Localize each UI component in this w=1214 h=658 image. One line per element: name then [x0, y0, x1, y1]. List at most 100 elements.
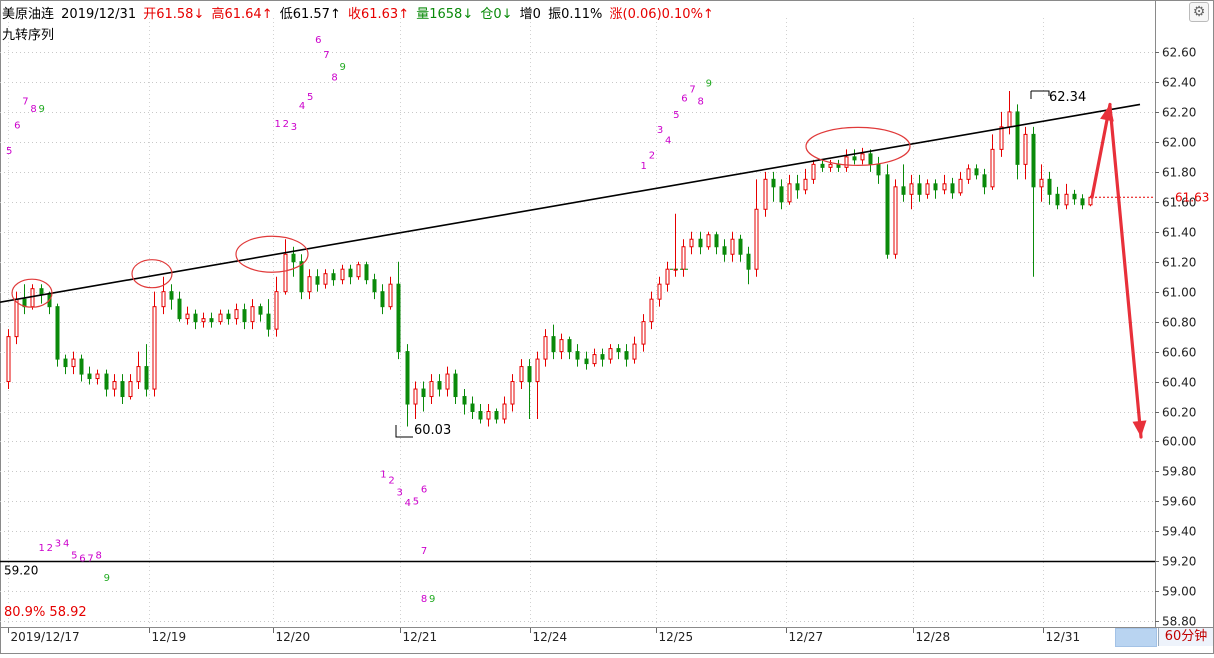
candle-up[interactable]: [152, 306, 157, 390]
candle-up[interactable]: [185, 313, 190, 320]
candle-down[interactable]: [820, 163, 825, 168]
candle-down[interactable]: [852, 156, 857, 161]
candle-up[interactable]: [1039, 178, 1044, 188]
candle-down[interactable]: [209, 318, 214, 323]
candle-down[interactable]: [982, 174, 987, 188]
candle-down[interactable]: [226, 313, 231, 320]
candle-up[interactable]: [218, 313, 223, 323]
candlestick-chart[interactable]: 62.6062.4062.2062.0061.8061.6061.4061.20…: [0, 0, 1214, 654]
candle-down[interactable]: [746, 253, 751, 270]
candle-up[interactable]: [201, 318, 206, 323]
candle-down[interactable]: [795, 183, 800, 191]
candle-up[interactable]: [681, 246, 686, 270]
candle-up[interactable]: [274, 291, 279, 330]
candle-up[interactable]: [445, 373, 450, 390]
candle-up[interactable]: [95, 373, 100, 380]
candle-down[interactable]: [974, 168, 979, 176]
candle-down[interactable]: [567, 339, 572, 353]
candle-down[interactable]: [616, 348, 621, 353]
period-selector[interactable]: 60分钟: [1158, 628, 1213, 646]
candle-up[interactable]: [844, 156, 849, 168]
candle-down[interactable]: [771, 178, 776, 188]
candle-up[interactable]: [71, 358, 76, 368]
candle-up[interactable]: [559, 339, 564, 353]
candle-down[interactable]: [104, 373, 109, 390]
candle-up[interactable]: [136, 366, 141, 383]
candle-up[interactable]: [592, 354, 597, 365]
candle-up[interactable]: [112, 381, 117, 390]
candle-down[interactable]: [876, 163, 881, 176]
candle-up[interactable]: [307, 276, 312, 293]
candle-down[interactable]: [624, 351, 629, 360]
candle-up[interactable]: [388, 283, 393, 308]
candle-down[interactable]: [722, 246, 727, 255]
scrollbar-thumb[interactable]: [1115, 628, 1157, 647]
candle-down[interactable]: [331, 273, 336, 281]
candle-up[interactable]: [990, 148, 995, 188]
candle-down[interactable]: [453, 373, 458, 398]
candle-up[interactable]: [14, 298, 19, 338]
candle-up[interactable]: [942, 183, 947, 191]
candle-up[interactable]: [641, 321, 646, 345]
candle-up[interactable]: [860, 153, 865, 161]
candle-down[interactable]: [1047, 178, 1052, 195]
candle-down[interactable]: [79, 358, 84, 375]
candle-down[interactable]: [1055, 193, 1060, 206]
candle-down[interactable]: [1015, 111, 1020, 165]
candle-up[interactable]: [787, 183, 792, 203]
candle-down[interactable]: [258, 306, 263, 315]
candle-down[interactable]: [698, 238, 703, 248]
candle-down[interactable]: [1072, 193, 1077, 200]
candle-down[interactable]: [575, 351, 580, 360]
candle-down[interactable]: [177, 298, 182, 320]
candle-up[interactable]: [893, 186, 898, 255]
candle-up[interactable]: [925, 183, 930, 195]
candle-up[interactable]: [519, 366, 524, 383]
candle-down[interactable]: [584, 358, 589, 365]
candle-down[interactable]: [478, 411, 483, 420]
candle-down[interactable]: [299, 261, 304, 293]
candle-up[interactable]: [689, 238, 694, 248]
candle-up[interactable]: [413, 388, 418, 405]
candle-down[interactable]: [470, 403, 475, 413]
candle-down[interactable]: [55, 306, 60, 360]
candle-up[interactable]: [608, 348, 613, 360]
candle-down[interactable]: [868, 153, 873, 165]
candle-down[interactable]: [39, 288, 44, 296]
candle-down[interactable]: [120, 381, 125, 398]
candle-down[interactable]: [1031, 133, 1036, 188]
candle-down[interactable]: [917, 183, 922, 195]
candle-up[interactable]: [128, 381, 133, 398]
candle-down[interactable]: [87, 373, 92, 380]
candle-down[interactable]: [372, 279, 377, 293]
candle-down[interactable]: [364, 264, 369, 281]
candle-up[interactable]: [502, 403, 507, 420]
candle-up[interactable]: [486, 411, 491, 420]
candle-down[interactable]: [738, 238, 743, 255]
candle-down[interactable]: [950, 183, 955, 194]
candle-up[interactable]: [1064, 193, 1069, 206]
candle-down[interactable]: [462, 396, 467, 405]
candle-up[interactable]: [649, 298, 654, 323]
candle-down[interactable]: [193, 313, 198, 323]
candle-down[interactable]: [266, 313, 271, 330]
candle-up[interactable]: [999, 126, 1004, 150]
candle-up[interactable]: [1007, 111, 1012, 128]
candle-down[interactable]: [405, 351, 410, 405]
candle-up[interactable]: [811, 163, 816, 180]
candle-down[interactable]: [380, 291, 385, 308]
candle-down[interactable]: [437, 381, 442, 390]
candle-up[interactable]: [632, 343, 637, 360]
candle-down[interactable]: [242, 309, 247, 323]
candle-down[interactable]: [885, 174, 890, 255]
candle-up[interactable]: [909, 183, 914, 195]
candle-up[interactable]: [754, 208, 759, 270]
candle-up[interactable]: [958, 178, 963, 194]
candle-up[interactable]: [730, 238, 735, 255]
candle-down[interactable]: [527, 366, 532, 383]
candle-up[interactable]: [803, 178, 808, 191]
candle-down[interactable]: [63, 358, 68, 368]
candle-up[interactable]: [966, 168, 971, 180]
candle-down[interactable]: [1080, 198, 1085, 206]
candle-down[interactable]: [396, 283, 401, 353]
